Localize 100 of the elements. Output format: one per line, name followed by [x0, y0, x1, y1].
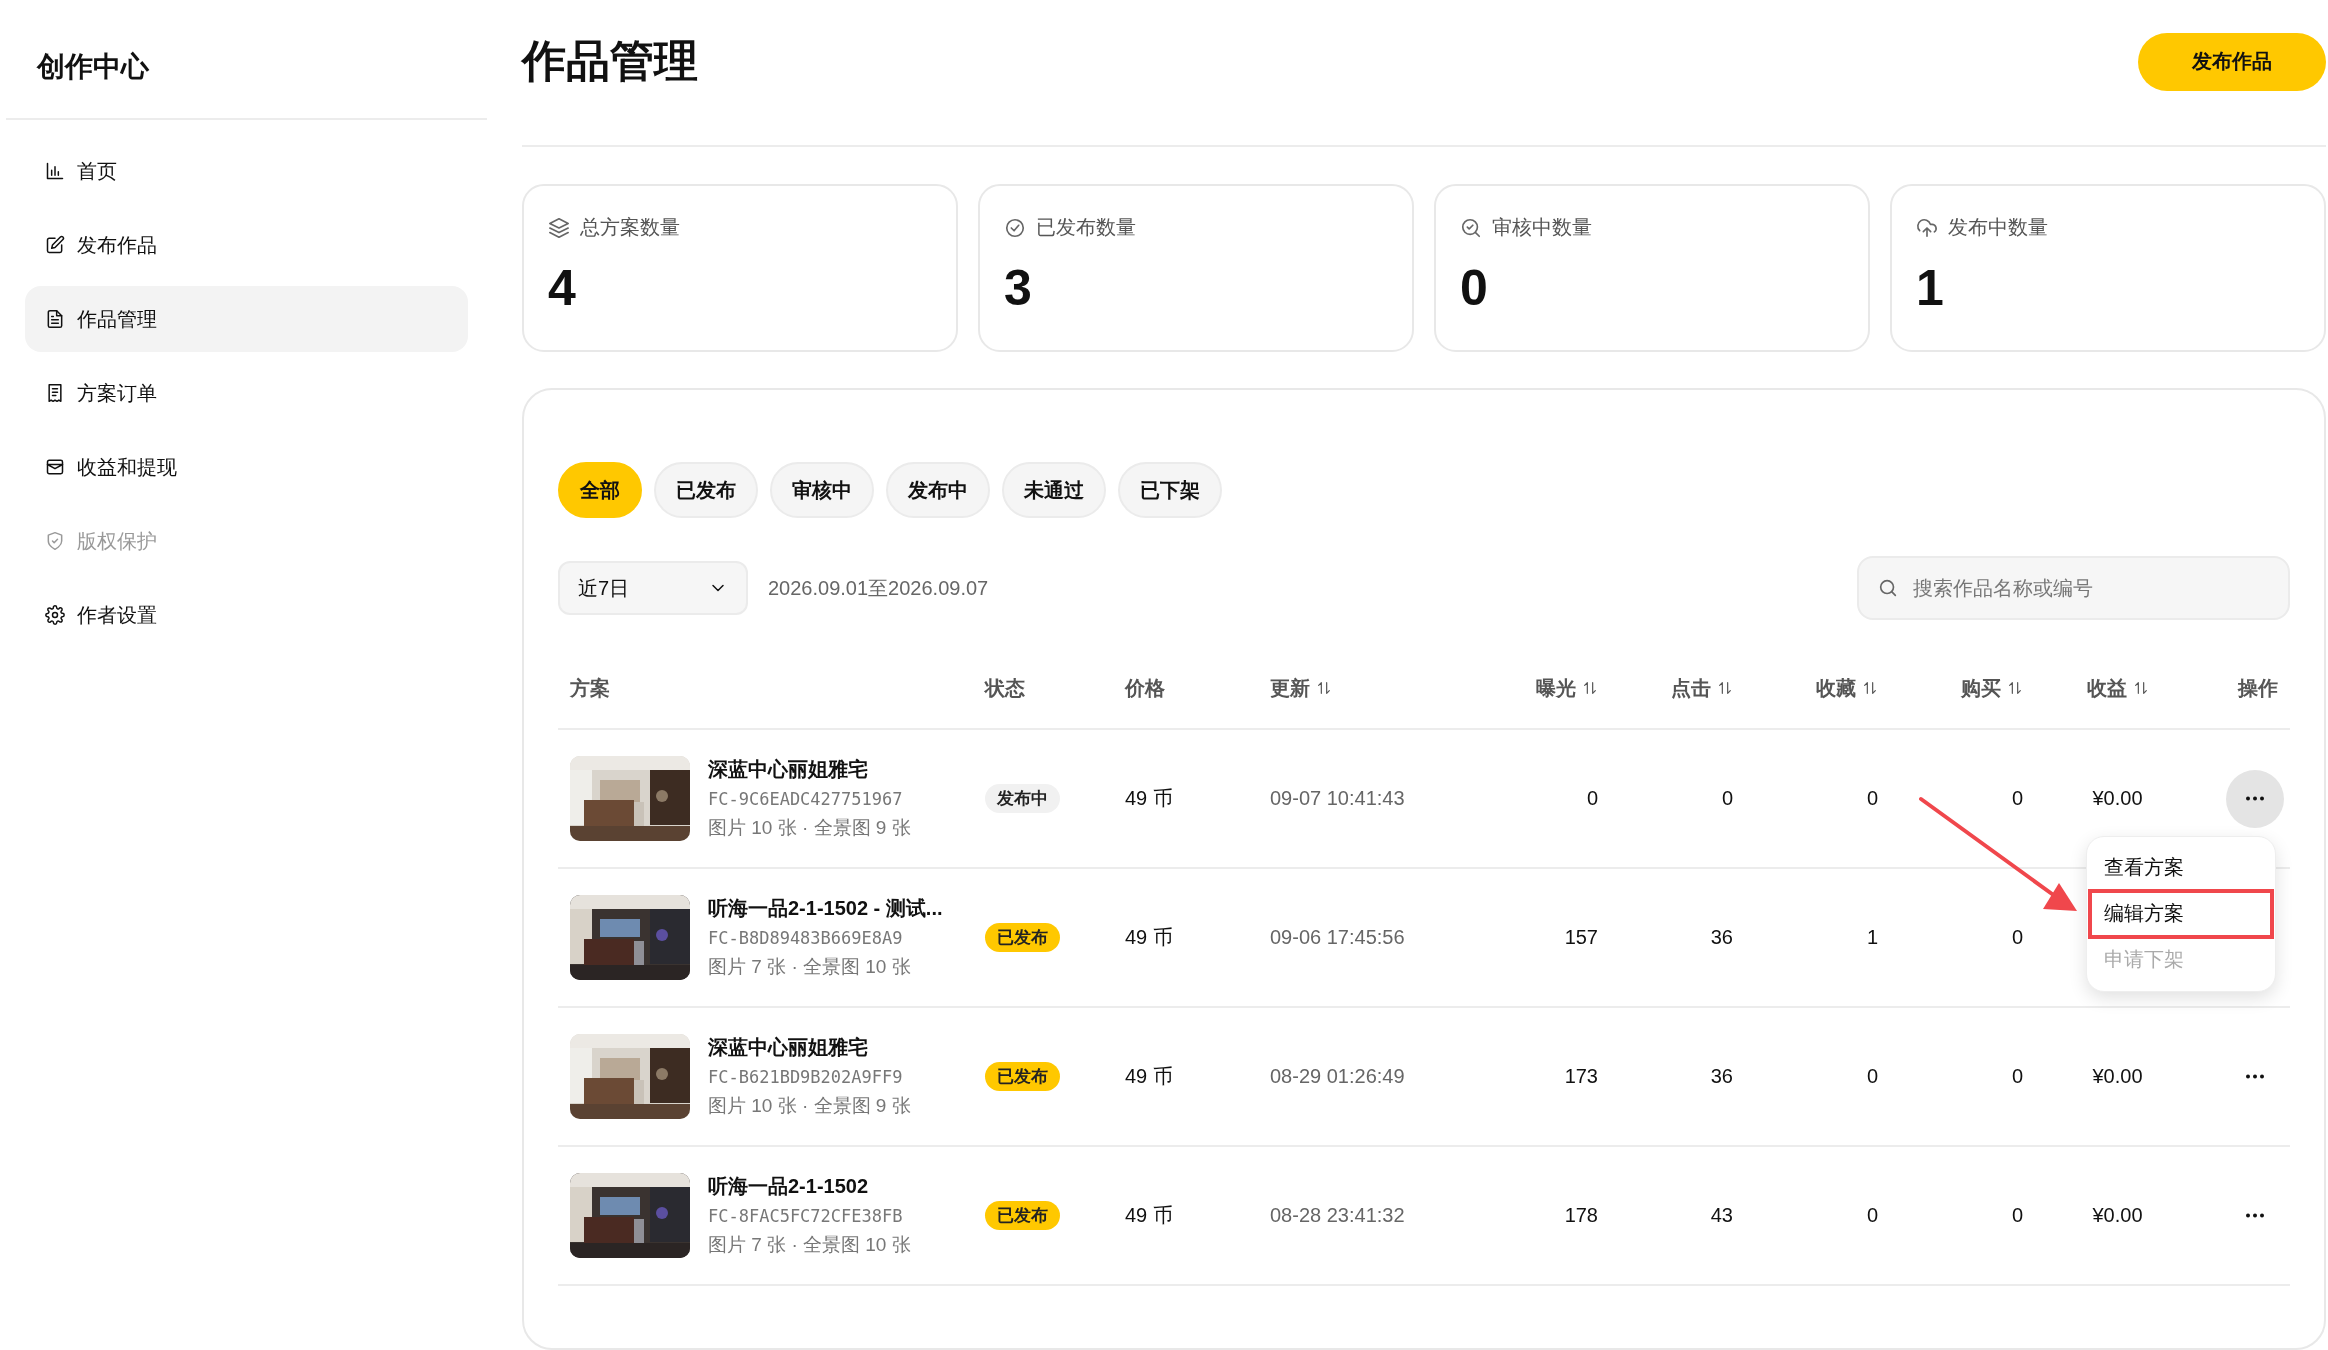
search-check-icon	[1460, 216, 1482, 239]
table-cell: 0	[1866, 1204, 1878, 1227]
column-header[interactable]: 更新	[1270, 674, 1332, 702]
filter-tab[interactable]: 已下架	[1118, 462, 1222, 518]
page-title: 作品管理	[522, 35, 698, 87]
plan-code: FC-B621BD9B202A9FF9	[708, 1067, 904, 1087]
column-header: 价格	[1125, 675, 1165, 701]
column-header[interactable]: 收藏	[1816, 674, 1878, 702]
chart-icon	[45, 161, 65, 181]
filter-tab[interactable]: 未通过	[1002, 462, 1106, 518]
table-cell: 0	[2011, 787, 2023, 810]
status-badge: 发布中	[985, 784, 1060, 813]
sidebar-item[interactable]: 作者设置	[25, 582, 468, 648]
more-icon	[2244, 1213, 2266, 1218]
column-header: 操作	[2238, 675, 2278, 701]
updated-time: 09-06 17:45:56	[1270, 926, 1405, 949]
cloud-upload-icon	[1916, 216, 1938, 239]
table-cell: 0	[1866, 787, 1878, 810]
search-icon	[1877, 577, 1899, 599]
plan-code: FC-8FAC5FC72CFE38FB	[708, 1206, 904, 1226]
more-icon	[2244, 796, 2266, 801]
table-cell: 36	[1710, 1065, 1733, 1088]
document-icon	[45, 309, 65, 329]
table-cell: 1	[1866, 926, 1878, 949]
column-header: 方案	[570, 675, 610, 701]
price-text: 49 币	[1125, 925, 1173, 950]
stat-label: 总方案数量	[580, 215, 680, 240]
stat-value: 0	[1460, 263, 1489, 313]
price-text: 49 币	[1125, 786, 1173, 811]
column-header[interactable]: 点击	[1671, 674, 1733, 702]
filter-tab[interactable]: 审核中	[770, 462, 874, 518]
table-cell: 173	[1564, 1065, 1598, 1088]
revenue-text: ¥0.00	[2092, 787, 2143, 810]
column-header: 状态	[985, 675, 1025, 701]
column-header[interactable]: 收益	[2086, 674, 2149, 702]
sort-icon	[1582, 680, 1598, 696]
table-cell: 178	[1564, 1204, 1598, 1227]
table-cell: 43	[1710, 1204, 1733, 1227]
sort-icon	[2007, 680, 2023, 696]
plan-meta: 图片 10 张 · 全景图 9 张	[708, 816, 911, 840]
revenue-text: ¥0.00	[2092, 1065, 2143, 1088]
date-dropdown[interactable]: 近7日	[558, 561, 748, 615]
table-cell: 157	[1564, 926, 1598, 949]
updated-time: 08-28 23:41:32	[1270, 1204, 1405, 1227]
plan-title[interactable]: 听海一品2-1-1502 - 测试...	[708, 895, 943, 922]
table-cell: 0	[2011, 926, 2023, 949]
publish-button[interactable]: 发布作品	[2138, 32, 2326, 91]
filter-tab[interactable]: 已发布	[654, 462, 758, 518]
stat-label: 审核中数量	[1492, 215, 1592, 240]
search-field[interactable]: 搜索作品名称或编号	[1857, 556, 2290, 620]
sidebar-item[interactable]: 方案订单	[25, 360, 468, 426]
sidebar-item[interactable]: 发布作品	[25, 212, 468, 278]
status-badge: 已发布	[985, 1062, 1060, 1091]
stat-value: 3	[1004, 263, 1033, 313]
search-input[interactable]: 搜索作品名称或编号	[1911, 575, 2270, 601]
menu-item[interactable]: 查看方案	[2090, 844, 2272, 891]
table-cell: 0	[1586, 787, 1598, 810]
updated-time: 08-29 01:26:49	[1270, 1065, 1405, 1088]
plan-meta: 图片 7 张 · 全景图 10 张	[708, 1233, 911, 1257]
plan-title[interactable]: 深蓝中心丽姐雅宅	[708, 756, 911, 783]
wallet-icon	[45, 457, 65, 477]
column-header[interactable]: 购买	[1961, 674, 2023, 702]
stat-label: 发布中数量	[1948, 215, 2048, 240]
plan-code: FC-B8D89483B669E8A9	[708, 928, 904, 948]
menu-item[interactable]: 编辑方案	[2090, 890, 2272, 937]
more-icon	[2244, 1074, 2266, 1079]
plan-meta: 图片 7 张 · 全景图 10 张	[708, 955, 912, 979]
plan-title[interactable]: 深蓝中心丽姐雅宅	[708, 1034, 911, 1061]
plan-code: FC-9C6EADC427751967	[708, 789, 904, 809]
table-cell: 0	[1721, 787, 1733, 810]
app-title: 创作中心	[6, 0, 487, 120]
updated-time: 09-07 10:41:43	[1270, 787, 1405, 810]
price-text: 49 币	[1125, 1203, 1173, 1228]
table-cell: 36	[1710, 926, 1733, 949]
table-cell: 0	[2011, 1065, 2023, 1088]
shield-icon	[45, 531, 65, 551]
price-text: 49 币	[1125, 1064, 1173, 1089]
sidebar-item[interactable]: 作品管理	[25, 286, 468, 352]
filter-tab[interactable]: 全部	[558, 462, 642, 518]
stat-label: 已发布数量	[1036, 215, 1136, 240]
sidebar-item[interactable]: 收益和提现	[25, 434, 468, 500]
status-badge: 已发布	[985, 923, 1060, 952]
sort-icon	[1862, 680, 1878, 696]
filter-tab[interactable]: 发布中	[886, 462, 990, 518]
layers-icon	[548, 216, 570, 239]
sidebar-item[interactable]: 首页	[25, 138, 468, 204]
gear-icon	[45, 605, 65, 625]
plan-meta: 图片 10 张 · 全景图 9 张	[708, 1094, 911, 1118]
table-cell: 0	[2011, 1204, 2023, 1227]
sort-icon	[1717, 680, 1733, 696]
receipt-icon	[45, 383, 65, 403]
plan-title[interactable]: 听海一品2-1-1502	[708, 1173, 911, 1200]
date-range: 2026.09.01至2026.09.07	[768, 575, 989, 601]
edit-icon	[45, 235, 65, 255]
status-badge: 已发布	[985, 1201, 1060, 1230]
table-cell: 0	[1866, 1065, 1878, 1088]
stat-value: 1	[1916, 263, 1945, 313]
stat-value: 4	[548, 263, 577, 313]
column-header[interactable]: 曝光	[1536, 674, 1598, 702]
check-circle-icon	[1004, 216, 1026, 239]
